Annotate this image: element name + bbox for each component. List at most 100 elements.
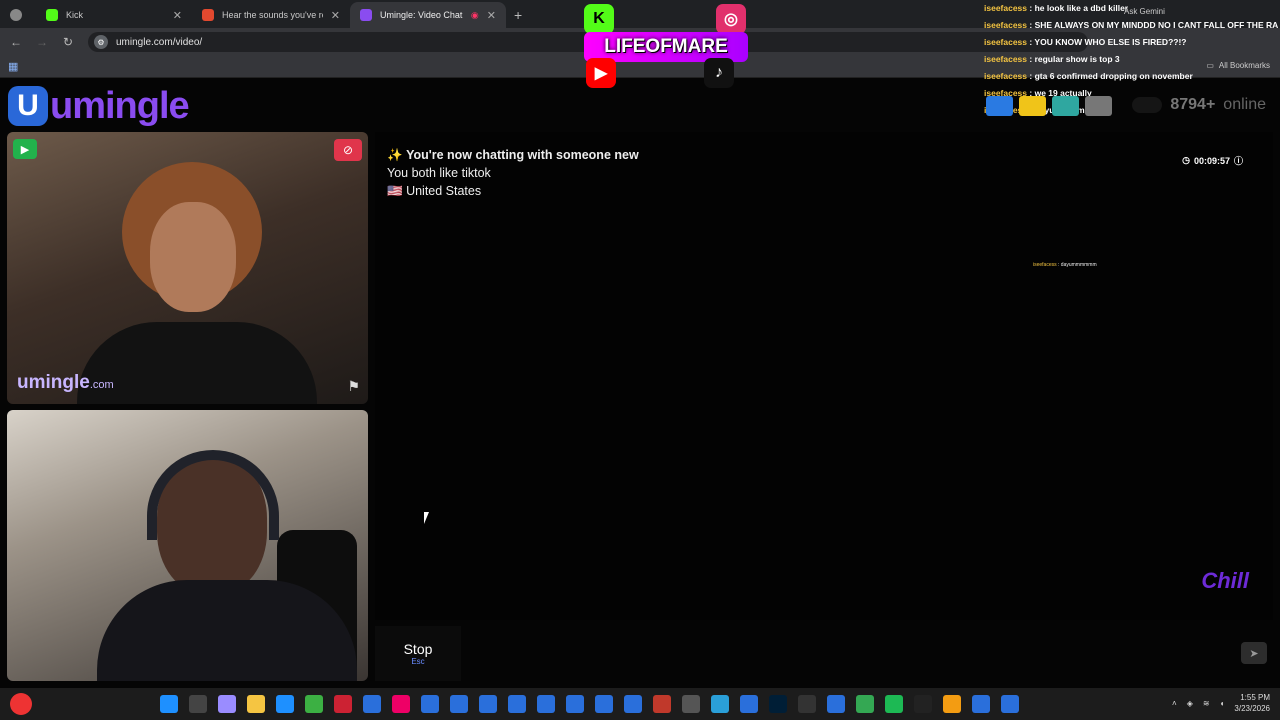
taskbar-app-icon[interactable] [769, 695, 787, 713]
chat-message: iseefacess : SHE ALWAYS ON MY MINDDD NO … [984, 20, 1279, 30]
apps-grid-icon[interactable]: ▦ [8, 60, 18, 73]
extension-icon[interactable] [1052, 96, 1079, 116]
taskbar-app-icon[interactable] [160, 695, 178, 713]
taskbar-app-icon[interactable] [450, 695, 468, 713]
windows-taskbar: ˄ ◈ ≋ ◖ 1:55 PM 3/23/2026 [0, 688, 1280, 720]
report-flag-icon[interactable]: ⚑ [347, 378, 360, 395]
chat-status-title: You're now chatting with someone new [406, 148, 639, 162]
clock-date: 3/23/2026 [1234, 704, 1270, 713]
extension-icon[interactable] [1019, 96, 1046, 116]
common-interest: You both like tiktok [387, 166, 491, 180]
browser-menu-icon[interactable] [0, 2, 36, 28]
chat-timer: ◷ 00:09:57 ⓘ [1182, 154, 1243, 167]
stop-button[interactable]: Stop Esc [375, 626, 461, 681]
taskbar-app-icon[interactable] [363, 695, 381, 713]
taskbar-app-icon[interactable] [624, 695, 642, 713]
tab-close-icon[interactable]: ✕ [331, 9, 340, 22]
info-icon[interactable]: ⓘ [1234, 154, 1243, 167]
reload-icon[interactable]: ↻ [62, 35, 74, 49]
self-body [97, 580, 357, 681]
us-flag-icon: 🇺🇸 [387, 184, 403, 198]
taskbar-app-icon[interactable] [1001, 695, 1019, 713]
mini-chat-overlay: iseefacess : dayummmmmm [1033, 262, 1097, 268]
taskbar-app-icon[interactable] [740, 695, 758, 713]
tab-close-icon[interactable]: ✕ [173, 9, 182, 22]
extension-icon[interactable] [986, 96, 1013, 116]
taskbar-app-icon[interactable] [856, 695, 874, 713]
chrome-profile-icon [10, 9, 22, 21]
youtube-icon: ▶ [586, 58, 616, 88]
ask-gemini-button[interactable]: Ask Gemini [1124, 7, 1165, 16]
forward-icon[interactable]: → [36, 35, 48, 49]
wifi-icon[interactable]: ≋ [1203, 699, 1210, 708]
taskbar-app-icon[interactable] [595, 695, 613, 713]
headset [147, 450, 279, 540]
taskbar-app-icon[interactable] [421, 695, 439, 713]
tab-kick[interactable]: Kick ✕ [36, 2, 192, 28]
tab-title: Umingle: Video Chat with S [380, 10, 463, 20]
tiktok-icon: ♪ [704, 58, 734, 88]
clock-time: 1:55 PM [1240, 693, 1270, 702]
taskbar-app-icon[interactable] [914, 695, 932, 713]
corner-stream-logo: Chill [1201, 568, 1249, 593]
stranger-face [150, 202, 236, 312]
taskbar-app-icon[interactable] [798, 695, 816, 713]
chat-controls: Stop Esc ➤ [375, 626, 1273, 681]
network-icon[interactable]: ◈ [1187, 699, 1193, 708]
stop-label: Stop [403, 641, 433, 657]
umingle-logo[interactable]: U umingle [8, 84, 190, 127]
umingle-favicon-icon [360, 9, 372, 21]
taskbar-app-icon[interactable] [653, 695, 671, 713]
back-icon[interactable]: ← [10, 35, 22, 49]
taskbar-app-icon[interactable] [537, 695, 555, 713]
chat-message: iseefacess : regular show is top 3 [984, 54, 1120, 64]
umingle-watermark: umingle.com [17, 372, 114, 393]
tab-title: Kick [66, 10, 84, 20]
logo-mark: U [8, 86, 48, 126]
message-input[interactable] [471, 632, 1231, 674]
taskbar-app-icon[interactable] [711, 695, 729, 713]
taskbar-app-icon[interactable] [276, 695, 294, 713]
kick-logo-icon: K [584, 4, 614, 34]
tab-sounds[interactable]: Hear the sounds you've recently ✕ [192, 2, 350, 28]
tab-umingle[interactable]: Umingle: Video Chat with S ◉ ✕ [350, 2, 506, 28]
new-tab-button[interactable]: + [506, 2, 530, 28]
taskbar-app-icon[interactable] [508, 695, 526, 713]
stranger-country: United States [406, 184, 482, 198]
taskbar-app-icon[interactable] [943, 695, 961, 713]
taskbar-app-icon[interactable] [218, 695, 236, 713]
system-clock[interactable]: 1:55 PM 3/23/2026 [1234, 692, 1270, 714]
chat-message: iseefacess : YOU KNOW WHO ELSE IS FIRED?… [984, 37, 1187, 47]
volume-icon[interactable]: ◖ [1220, 699, 1225, 708]
taskbar-app-icon[interactable] [566, 695, 584, 713]
taskbar-app-icon[interactable] [334, 695, 352, 713]
taskbar-app-icon[interactable] [305, 695, 323, 713]
logo-text: umingle [50, 84, 190, 127]
timer-value: 00:09:57 [1193, 155, 1230, 166]
taskbar-app-icon[interactable] [827, 695, 845, 713]
taskbar-app-icon[interactable] [392, 695, 410, 713]
tab-title: Hear the sounds you've recently [222, 10, 323, 20]
site-info-icon[interactable]: ⚙ [94, 35, 108, 49]
stream-brand-overlay: K ◎ LIFEOFMARE ▶ ♪ [578, 0, 754, 92]
url-text: umingle.com/video/ [116, 36, 203, 48]
chevron-up-icon[interactable]: ˄ [1172, 699, 1177, 708]
play-icon[interactable]: ▶ [13, 139, 37, 159]
instagram-icon: ◎ [716, 4, 746, 34]
clock-icon: ◷ [1182, 155, 1190, 165]
chat-message: iseefacess : gta 6 confirmed dropping on… [984, 71, 1193, 81]
pinned-app-icon[interactable] [10, 693, 32, 715]
taskbar-app-icon[interactable] [972, 695, 990, 713]
send-icon[interactable]: ➤ [1241, 642, 1267, 664]
camera-off-icon[interactable]: ⊘ [334, 139, 362, 161]
taskbar-app-icon[interactable] [479, 695, 497, 713]
sounds-favicon-icon [202, 9, 214, 21]
taskbar-app-icon[interactable] [682, 695, 700, 713]
sparkle-icon: ✨ [387, 148, 403, 162]
taskbar-app-icon[interactable] [189, 695, 207, 713]
taskbar-app-icon[interactable] [885, 695, 903, 713]
tab-close-icon[interactable]: ✕ [487, 9, 496, 22]
settings-gear-icon[interactable] [1085, 96, 1112, 116]
taskbar-app-icon[interactable] [247, 695, 265, 713]
system-tray: ˄ ◈ ≋ ◖ 1:55 PM 3/23/2026 [1172, 692, 1270, 714]
